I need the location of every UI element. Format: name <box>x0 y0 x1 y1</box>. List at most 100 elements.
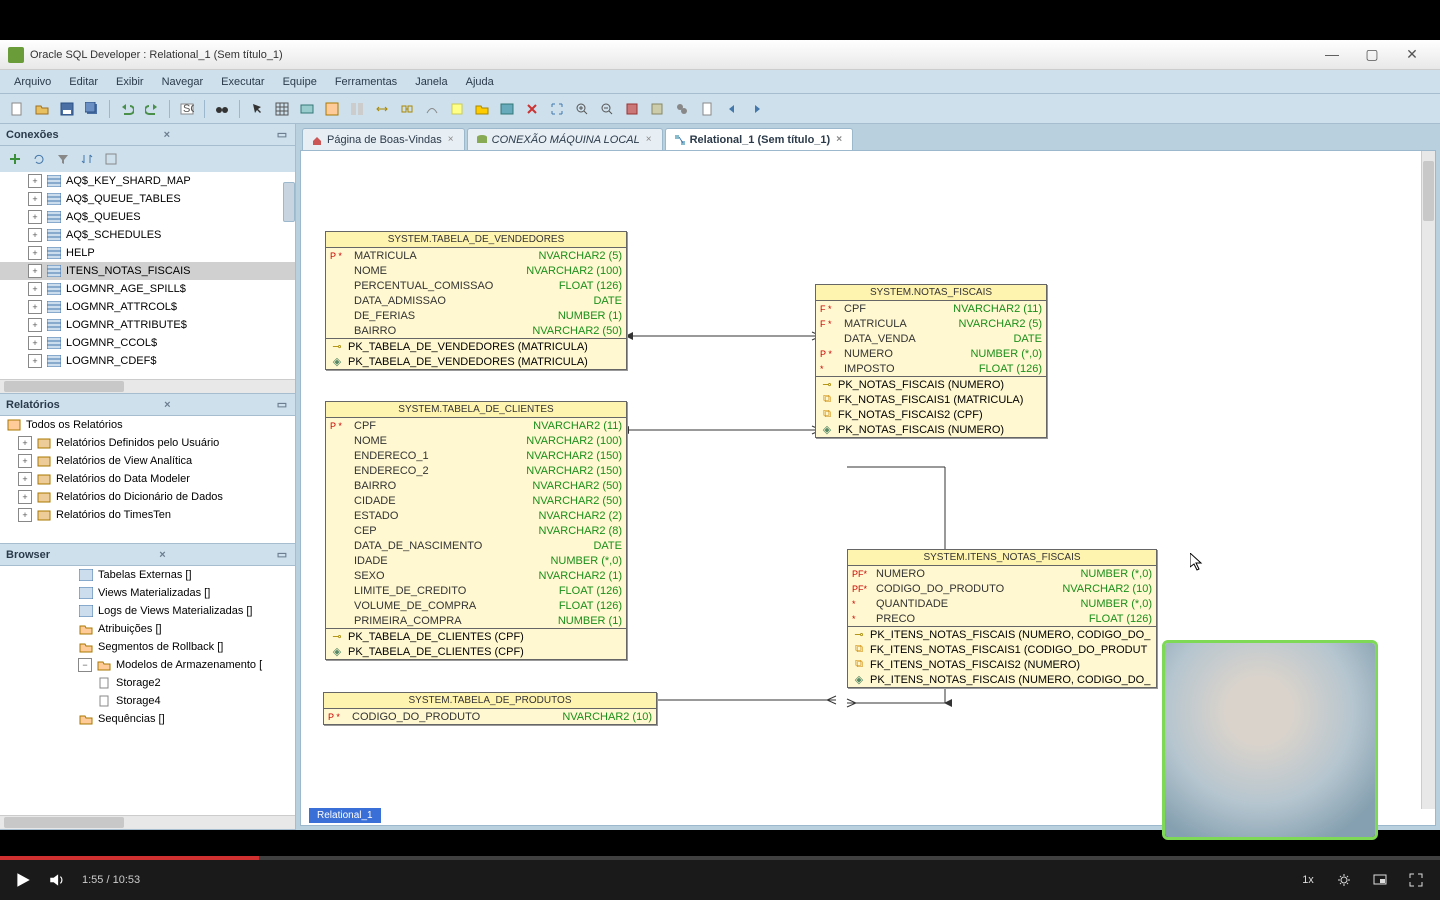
binoculars-icon[interactable] <box>211 98 233 120</box>
forward-icon[interactable] <box>746 98 768 120</box>
tree-item[interactable]: +Relatórios do Dicionário de Dados <box>0 488 295 506</box>
tree-item[interactable]: Tabelas Externas [] <box>0 566 295 584</box>
delete-icon[interactable] <box>521 98 543 120</box>
maximize-button[interactable]: ▢ <box>1352 45 1392 65</box>
tree-item[interactable]: +HELP <box>0 244 295 262</box>
tree-item[interactable]: +AQ$_KEY_SHARD_MAP <box>0 172 295 190</box>
color-icon[interactable] <box>621 98 643 120</box>
tree-item[interactable]: Sequências [] <box>0 710 295 728</box>
panel-minimize-icon[interactable]: ▭ <box>275 128 289 142</box>
sql-icon[interactable]: SQL <box>176 98 198 120</box>
expand-icon[interactable]: + <box>28 318 42 332</box>
menu-ajuda[interactable]: Ajuda <box>458 74 502 90</box>
expand-icon[interactable]: + <box>28 246 42 260</box>
hscroll[interactable] <box>0 815 295 829</box>
tree-item[interactable]: Views Materializadas [] <box>0 584 295 602</box>
minimize-button[interactable]: — <box>1312 45 1352 65</box>
mini-icon[interactable] <box>646 98 668 120</box>
expand-icon[interactable]: + <box>28 264 42 278</box>
tab-close-icon[interactable]: × <box>644 134 654 145</box>
volume-icon[interactable] <box>48 871 66 889</box>
table-itens-notas-fiscais[interactable]: SYSTEM.ITENS_NOTAS_FISCAISPF*NUMERONUMBE… <box>847 549 1157 688</box>
tab-relational[interactable]: Relational_1 (Sem título_1) × <box>665 128 853 150</box>
redo-icon[interactable] <box>141 98 163 120</box>
table-vendedores[interactable]: SYSTEM.TABELA_DE_VENDEDORESP *MATRICULAN… <box>325 231 627 370</box>
tree-item[interactable]: Storage4 <box>0 692 295 710</box>
panel-close-icon[interactable]: × <box>156 548 170 562</box>
filter-icon[interactable] <box>52 148 74 170</box>
tree-item[interactable]: +Relatórios do Data Modeler <box>0 470 295 488</box>
menu-arquivo[interactable]: Arquivo <box>6 74 59 90</box>
tab-close-icon[interactable]: × <box>446 134 456 145</box>
tab-close-icon[interactable]: × <box>834 134 844 145</box>
tree-item[interactable]: +AQ$_QUEUES <box>0 208 295 226</box>
new-icon[interactable] <box>6 98 28 120</box>
save-all-icon[interactable] <box>81 98 103 120</box>
expand-icon[interactable] <box>100 148 122 170</box>
expand-icon[interactable]: + <box>18 472 32 486</box>
tree-item[interactable]: +AQ$_QUEUE_TABLES <box>0 190 295 208</box>
expand-icon[interactable]: + <box>18 490 32 504</box>
scrollbar-thumb[interactable] <box>283 182 295 222</box>
connections-tree[interactable]: +AQ$_KEY_SHARD_MAP+AQ$_QUEUE_TABLES+AQ$_… <box>0 172 295 379</box>
close-button[interactable]: ✕ <box>1392 45 1432 65</box>
cursor-icon[interactable] <box>246 98 268 120</box>
tree-item[interactable]: Storage2 <box>0 674 295 692</box>
zoom-in-icon[interactable] <box>571 98 593 120</box>
table-icon[interactable] <box>321 98 343 120</box>
folder2-icon[interactable] <box>471 98 493 120</box>
collapse-icon[interactable]: − <box>78 658 92 672</box>
table-notas-fiscais[interactable]: SYSTEM.NOTAS_FISCAISF *CPFNVARCHAR2 (11)… <box>815 284 1047 438</box>
link2-icon[interactable] <box>396 98 418 120</box>
expand-icon[interactable]: + <box>18 508 32 522</box>
table-produtos[interactable]: SYSTEM.TABELA_DE_PRODUTOSP *CODIGO_DO_PR… <box>323 692 657 725</box>
tree-item[interactable]: +AQ$_SCHEDULES <box>0 226 295 244</box>
tree-item[interactable]: +Relatórios do TimesTen <box>0 506 295 524</box>
expand-icon[interactable]: + <box>28 354 42 368</box>
tree-item[interactable]: +LOGMNR_AGE_SPILL$ <box>0 280 295 298</box>
expand-icon[interactable]: + <box>28 228 42 242</box>
fit-icon[interactable] <box>546 98 568 120</box>
sort-icon[interactable] <box>76 148 98 170</box>
undo-icon[interactable] <box>116 98 138 120</box>
new-connection-icon[interactable] <box>4 148 26 170</box>
expand-icon[interactable]: + <box>28 282 42 296</box>
expand-icon[interactable]: + <box>28 210 42 224</box>
panel-close-icon[interactable]: × <box>160 128 174 142</box>
menu-navegar[interactable]: Navegar <box>154 74 212 90</box>
tab-connection[interactable]: CONEXÃO MÁQUINA LOCAL × <box>467 128 663 150</box>
tree-item[interactable]: +LOGMNR_ATTRCOL$ <box>0 298 295 316</box>
panel-minimize-icon[interactable]: ▭ <box>275 548 289 562</box>
arc-icon[interactable] <box>421 98 443 120</box>
speed-button[interactable]: 1x <box>1298 870 1318 890</box>
back-icon[interactable] <box>721 98 743 120</box>
refresh-icon[interactable] <box>28 148 50 170</box>
doc2-icon[interactable] <box>696 98 718 120</box>
play-icon[interactable] <box>14 871 32 889</box>
expand-icon[interactable]: + <box>28 336 42 350</box>
tree-item[interactable]: Segmentos de Rollback [] <box>0 638 295 656</box>
link1-icon[interactable] <box>371 98 393 120</box>
tree-item[interactable]: +LOGMNR_ATTRIBUTE$ <box>0 316 295 334</box>
relational-subtab[interactable]: Relational_1 <box>309 808 381 823</box>
zoom-out-icon[interactable] <box>596 98 618 120</box>
view-icon[interactable] <box>296 98 318 120</box>
expand-icon[interactable]: + <box>28 192 42 206</box>
browser-tree[interactable]: Tabelas Externas []Views Materializadas … <box>0 566 295 815</box>
tree-item[interactable]: +ITENS_NOTAS_FISCAIS <box>0 262 295 280</box>
save-icon[interactable] <box>56 98 78 120</box>
split-icon[interactable] <box>346 98 368 120</box>
expand-icon[interactable]: + <box>18 436 32 450</box>
menu-equipe[interactable]: Equipe <box>275 74 325 90</box>
grid-icon[interactable] <box>271 98 293 120</box>
menu-ferramentas[interactable]: Ferramentas <box>327 74 405 90</box>
reports-tree[interactable]: Todos os Relatórios+Relatórios Definidos… <box>0 416 295 543</box>
panel-close-icon[interactable]: × <box>160 398 174 412</box>
expand-icon[interactable]: + <box>28 300 42 314</box>
tree-root[interactable]: Todos os Relatórios <box>0 416 295 434</box>
tree-item[interactable]: Logs de Views Materializadas [] <box>0 602 295 620</box>
settings-icon[interactable] <box>1334 870 1354 890</box>
open-icon[interactable] <box>31 98 53 120</box>
tree-item[interactable]: −Modelos de Armazenamento [ <box>0 656 295 674</box>
gears-icon[interactable] <box>671 98 693 120</box>
